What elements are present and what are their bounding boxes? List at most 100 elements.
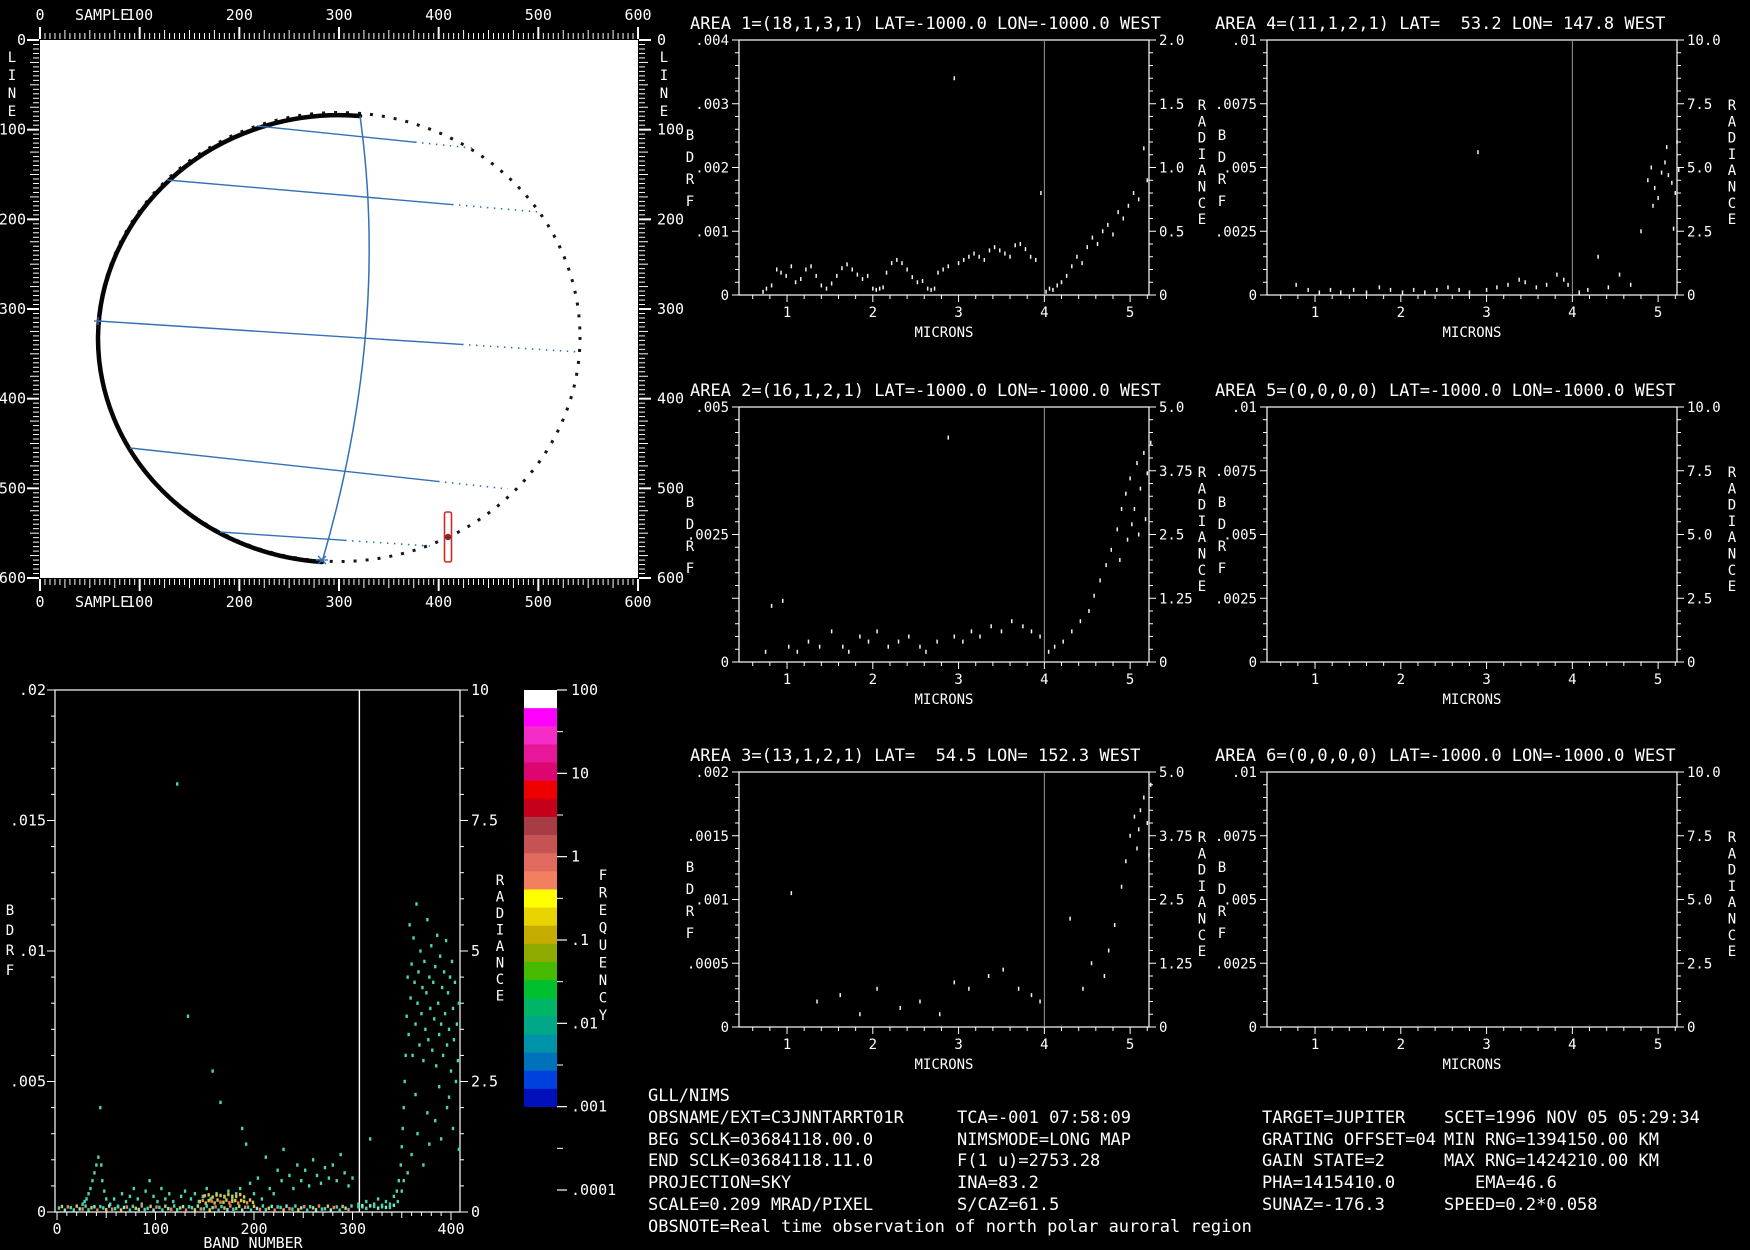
data-point	[436, 933, 439, 938]
info-field: S/CAZ=61.5	[957, 1195, 1059, 1215]
data-point	[1107, 222, 1109, 227]
bdrf-axis-label: B	[1218, 860, 1226, 876]
data-point	[380, 1203, 384, 1208]
data-point	[280, 1178, 283, 1183]
disk-projection-panel: 00100100200200300300400400500500600600SA…	[0, 6, 684, 611]
data-point	[434, 964, 437, 969]
data-point	[344, 1206, 347, 1210]
data-point	[848, 649, 850, 654]
bdrf-axis-label: D	[6, 923, 14, 939]
data-point	[248, 1181, 252, 1185]
bdrf-tick-label: .0075	[1215, 829, 1257, 845]
bdrf-tick-label: .0075	[1215, 464, 1257, 480]
data-point	[210, 1199, 213, 1203]
micron-tick-label: 4	[1040, 1037, 1048, 1053]
data-point	[770, 603, 773, 608]
bdrf-axis-label: F	[1218, 561, 1226, 577]
data-point	[400, 1189, 403, 1193]
data-point	[90, 1206, 93, 1210]
data-point	[1022, 624, 1024, 629]
micron-tick-label: 5	[1126, 305, 1134, 321]
data-point	[787, 644, 790, 649]
data-point	[442, 970, 446, 974]
colorbar-band	[524, 853, 557, 872]
data-point	[183, 1189, 187, 1193]
microns-axis-label: MICRONS	[914, 325, 973, 341]
data-point	[919, 999, 921, 1004]
data-point	[983, 257, 986, 262]
data-point	[1079, 619, 1082, 624]
data-point	[790, 891, 793, 896]
data-point	[317, 1204, 321, 1208]
data-point	[1671, 180, 1673, 185]
bdrf-axis-label: F	[1218, 926, 1226, 942]
area-plot-title: AREA 5=(0,0,0,0) LAT=-1000.0 LON=-1000.0…	[1215, 381, 1676, 401]
data-point	[456, 1058, 460, 1063]
data-point	[270, 1204, 273, 1209]
data-point	[303, 1204, 306, 1209]
data-point	[327, 1176, 331, 1180]
radiance-axis-label: E	[1728, 212, 1736, 228]
frequency-tick-label: .0001	[571, 1181, 616, 1199]
radiance-tick-label: 2.5	[1687, 224, 1712, 240]
radiance-tick-label: 10.0	[1687, 33, 1721, 49]
radiance-tick-label: 2.0	[1159, 33, 1184, 49]
data-point	[335, 1178, 338, 1183]
data-point	[401, 1126, 404, 1131]
data-point	[1082, 986, 1084, 991]
data-point	[1045, 289, 1047, 294]
data-point	[273, 1208, 276, 1212]
data-point	[158, 1205, 161, 1210]
data-point	[861, 277, 864, 282]
data-point	[1647, 178, 1649, 183]
data-point	[1024, 247, 1027, 252]
data-point	[332, 1205, 335, 1210]
data-point	[239, 1192, 242, 1197]
data-point	[1090, 961, 1093, 966]
data-point	[1107, 948, 1110, 953]
info-field: MIN RNG=1394150.00 KM	[1444, 1130, 1659, 1150]
bdrf-tick-label: .005	[1223, 528, 1257, 544]
bdrf-tick-label: 0	[721, 288, 729, 304]
data-point	[326, 1204, 330, 1208]
info-field: SCALE=0.209 MRAD/PIXEL	[648, 1195, 873, 1215]
data-point	[1665, 145, 1668, 150]
frequency-axis-label: R	[599, 886, 608, 902]
radiance-axis-label: I	[1728, 514, 1736, 530]
data-point	[255, 1206, 259, 1211]
data-point	[267, 1206, 270, 1210]
data-point	[444, 938, 448, 943]
data-point	[252, 1192, 256, 1196]
radiance-tick-label: 7.5	[1687, 829, 1712, 845]
micron-tick-label: 2	[869, 1037, 877, 1053]
micron-tick-label: 4	[1568, 672, 1576, 688]
data-point	[96, 1208, 99, 1212]
data-point	[222, 1200, 225, 1204]
data-point	[187, 1205, 191, 1209]
info-field: GAIN STATE=2	[1262, 1151, 1385, 1171]
data-point	[1004, 251, 1006, 256]
data-point	[457, 1001, 461, 1005]
data-point	[1009, 254, 1011, 259]
data-point	[1401, 290, 1404, 295]
data-point	[1052, 287, 1054, 292]
data-point	[99, 1204, 102, 1209]
data-point	[240, 1126, 244, 1131]
area-plot-title: AREA 2=(16,1,2,1) LAT=-1000.0 LON=-1000.…	[690, 381, 1161, 401]
data-point	[1365, 290, 1368, 295]
data-point	[140, 1204, 143, 1208]
data-point	[1149, 782, 1152, 787]
data-point	[219, 1193, 222, 1198]
data-point	[447, 1095, 451, 1099]
radiance-axis-label: R	[1728, 465, 1737, 481]
data-point	[968, 254, 970, 259]
data-point	[125, 1205, 129, 1209]
data-point	[428, 975, 431, 979]
area-plot-title: AREA 1=(18,1,3,1) LAT=-1000.0 LON=-1000.…	[690, 14, 1161, 34]
data-point	[119, 1208, 123, 1212]
info-field: BEG SCLK=03684118.00.0	[648, 1130, 873, 1150]
data-point	[875, 287, 877, 292]
data-point	[75, 1204, 78, 1208]
data-point	[1545, 282, 1548, 287]
data-point	[347, 1184, 350, 1188]
